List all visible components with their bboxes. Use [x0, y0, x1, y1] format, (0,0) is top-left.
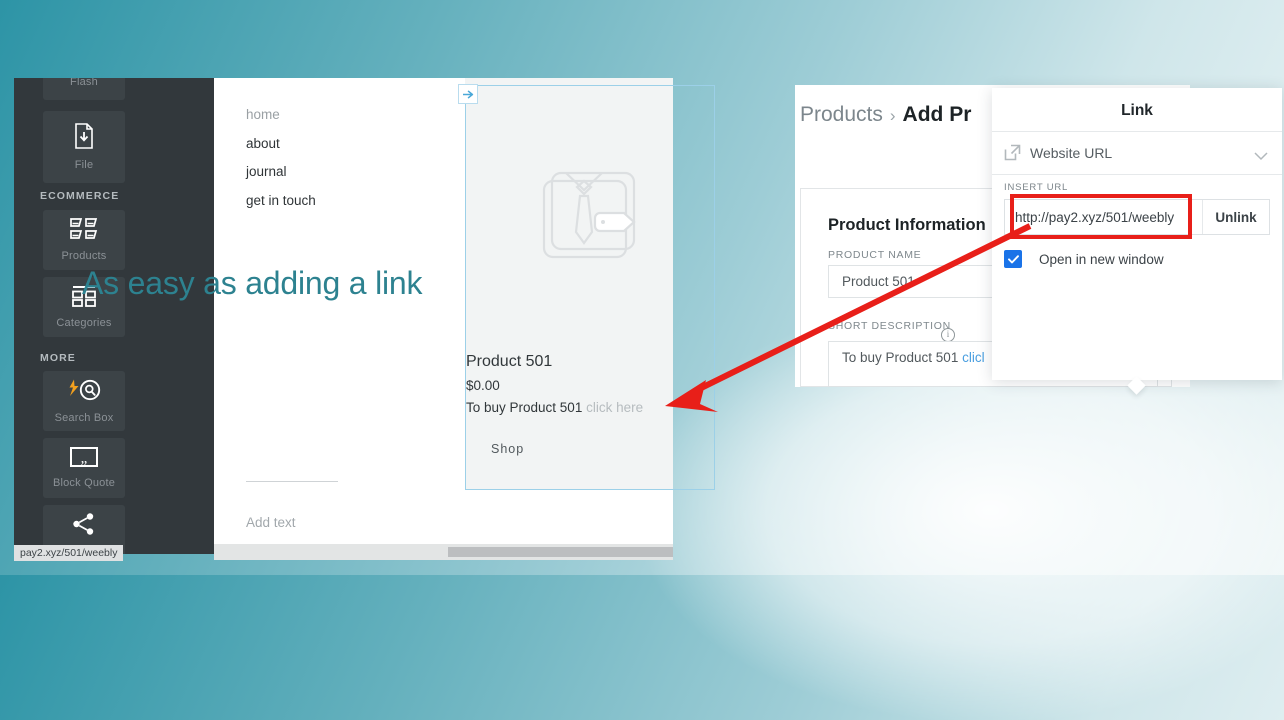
status-bar-url: pay2.xyz/501/weebly — [14, 545, 124, 561]
short-desc-prefix: To buy Product 501 — [842, 350, 963, 365]
sidebar-tile-label: Block Quote — [52, 477, 116, 489]
site-nav: home about journal get in touch — [246, 108, 316, 222]
breadcrumb: Products › Add Pr — [800, 103, 971, 127]
sidebar-tile-products[interactable]: Products — [43, 210, 125, 270]
sidebar-heading-more: MORE — [40, 352, 76, 364]
arrow-right-icon — [462, 90, 473, 98]
unlink-button[interactable]: Unlink — [1202, 200, 1269, 234]
shirt-placeholder-icon — [530, 163, 646, 276]
sidebar-tile-block-quote[interactable]: „ Block Quote — [43, 438, 125, 498]
link-popover-title: Link — [1121, 102, 1153, 119]
sidebar-tile-search-box[interactable]: Search Box — [43, 371, 125, 431]
breadcrumb-current: Add Pr — [902, 103, 972, 126]
breadcrumb-separator: › — [889, 106, 896, 125]
insert-url-row: Unlink — [1004, 199, 1270, 235]
canvas-divider — [246, 481, 338, 482]
chevron-down-icon[interactable] — [1254, 148, 1268, 166]
search-box-icon — [64, 378, 104, 405]
products-grid-icon — [70, 218, 98, 243]
external-link-icon — [1004, 144, 1021, 166]
nav-item-get-in-touch[interactable]: get in touch — [246, 193, 316, 208]
sidebar-tile-label: Categories — [56, 317, 112, 329]
preview-product-price: $0.00 — [466, 378, 500, 393]
svg-text:„: „ — [81, 451, 88, 467]
short-description-label: SHORT DESCRIPTION — [828, 320, 951, 332]
open-new-window-row[interactable]: Open in new window — [1004, 250, 1164, 268]
link-type-label: Website URL — [1030, 145, 1113, 161]
sidebar-tile-label: Search Box — [54, 412, 114, 424]
link-type-select[interactable]: Website URL — [992, 132, 1282, 174]
card-title: Product Information — [828, 216, 986, 234]
preview-desc-link[interactable]: click here — [586, 400, 643, 415]
product-preview-column — [465, 78, 673, 490]
preview-product-description: To buy Product 501 click here — [466, 400, 643, 415]
sidebar-tile-label: Flash — [70, 78, 98, 88]
shop-button[interactable]: Shop — [491, 442, 524, 456]
breadcrumb-parent[interactable]: Products — [800, 103, 883, 126]
short-description-value: To buy Product 501 clicl — [842, 350, 985, 365]
share-icon — [71, 512, 97, 539]
element-sidebar: Flash File ECOMMERCE Products Categories… — [14, 78, 214, 554]
product-name-label: PRODUCT NAME — [828, 249, 922, 261]
add-text-placeholder[interactable]: Add text — [246, 515, 296, 530]
preview-product-name: Product 501 — [466, 353, 553, 370]
short-desc-link[interactable]: clicl — [962, 350, 985, 365]
url-input[interactable] — [1005, 200, 1202, 234]
product-name-value: Product 501 — [842, 274, 915, 289]
canvas-scrollbar-thumb[interactable] — [448, 547, 673, 557]
open-new-window-label: Open in new window — [1039, 251, 1164, 267]
nav-item-about[interactable]: about — [246, 136, 316, 151]
preview-desc-prefix: To buy Product 501 — [466, 400, 587, 415]
nav-item-journal[interactable]: journal — [246, 165, 316, 179]
selection-move-handle[interactable] — [458, 84, 478, 104]
sidebar-tile-label: Products — [61, 250, 107, 262]
insert-url-label: INSERT URL — [1004, 182, 1069, 193]
popover-divider-2 — [992, 174, 1282, 175]
file-download-icon — [72, 123, 96, 152]
sidebar-tile-file[interactable]: File — [43, 111, 125, 183]
sidebar-tile-label: File — [74, 159, 94, 171]
info-icon[interactable]: i — [941, 328, 955, 342]
block-quote-icon: „ — [70, 447, 98, 470]
sidebar-heading-ecommerce: ECOMMERCE — [40, 190, 120, 202]
sidebar-tile-flash[interactable]: Flash — [43, 78, 125, 100]
open-new-window-checkbox[interactable] — [1004, 250, 1022, 268]
link-popover: Link Website URL INSERT URL Unlink Open … — [992, 88, 1282, 380]
headline-text[interactable]: As easy as adding a link — [82, 265, 422, 302]
nav-item-home[interactable]: home — [246, 108, 316, 122]
